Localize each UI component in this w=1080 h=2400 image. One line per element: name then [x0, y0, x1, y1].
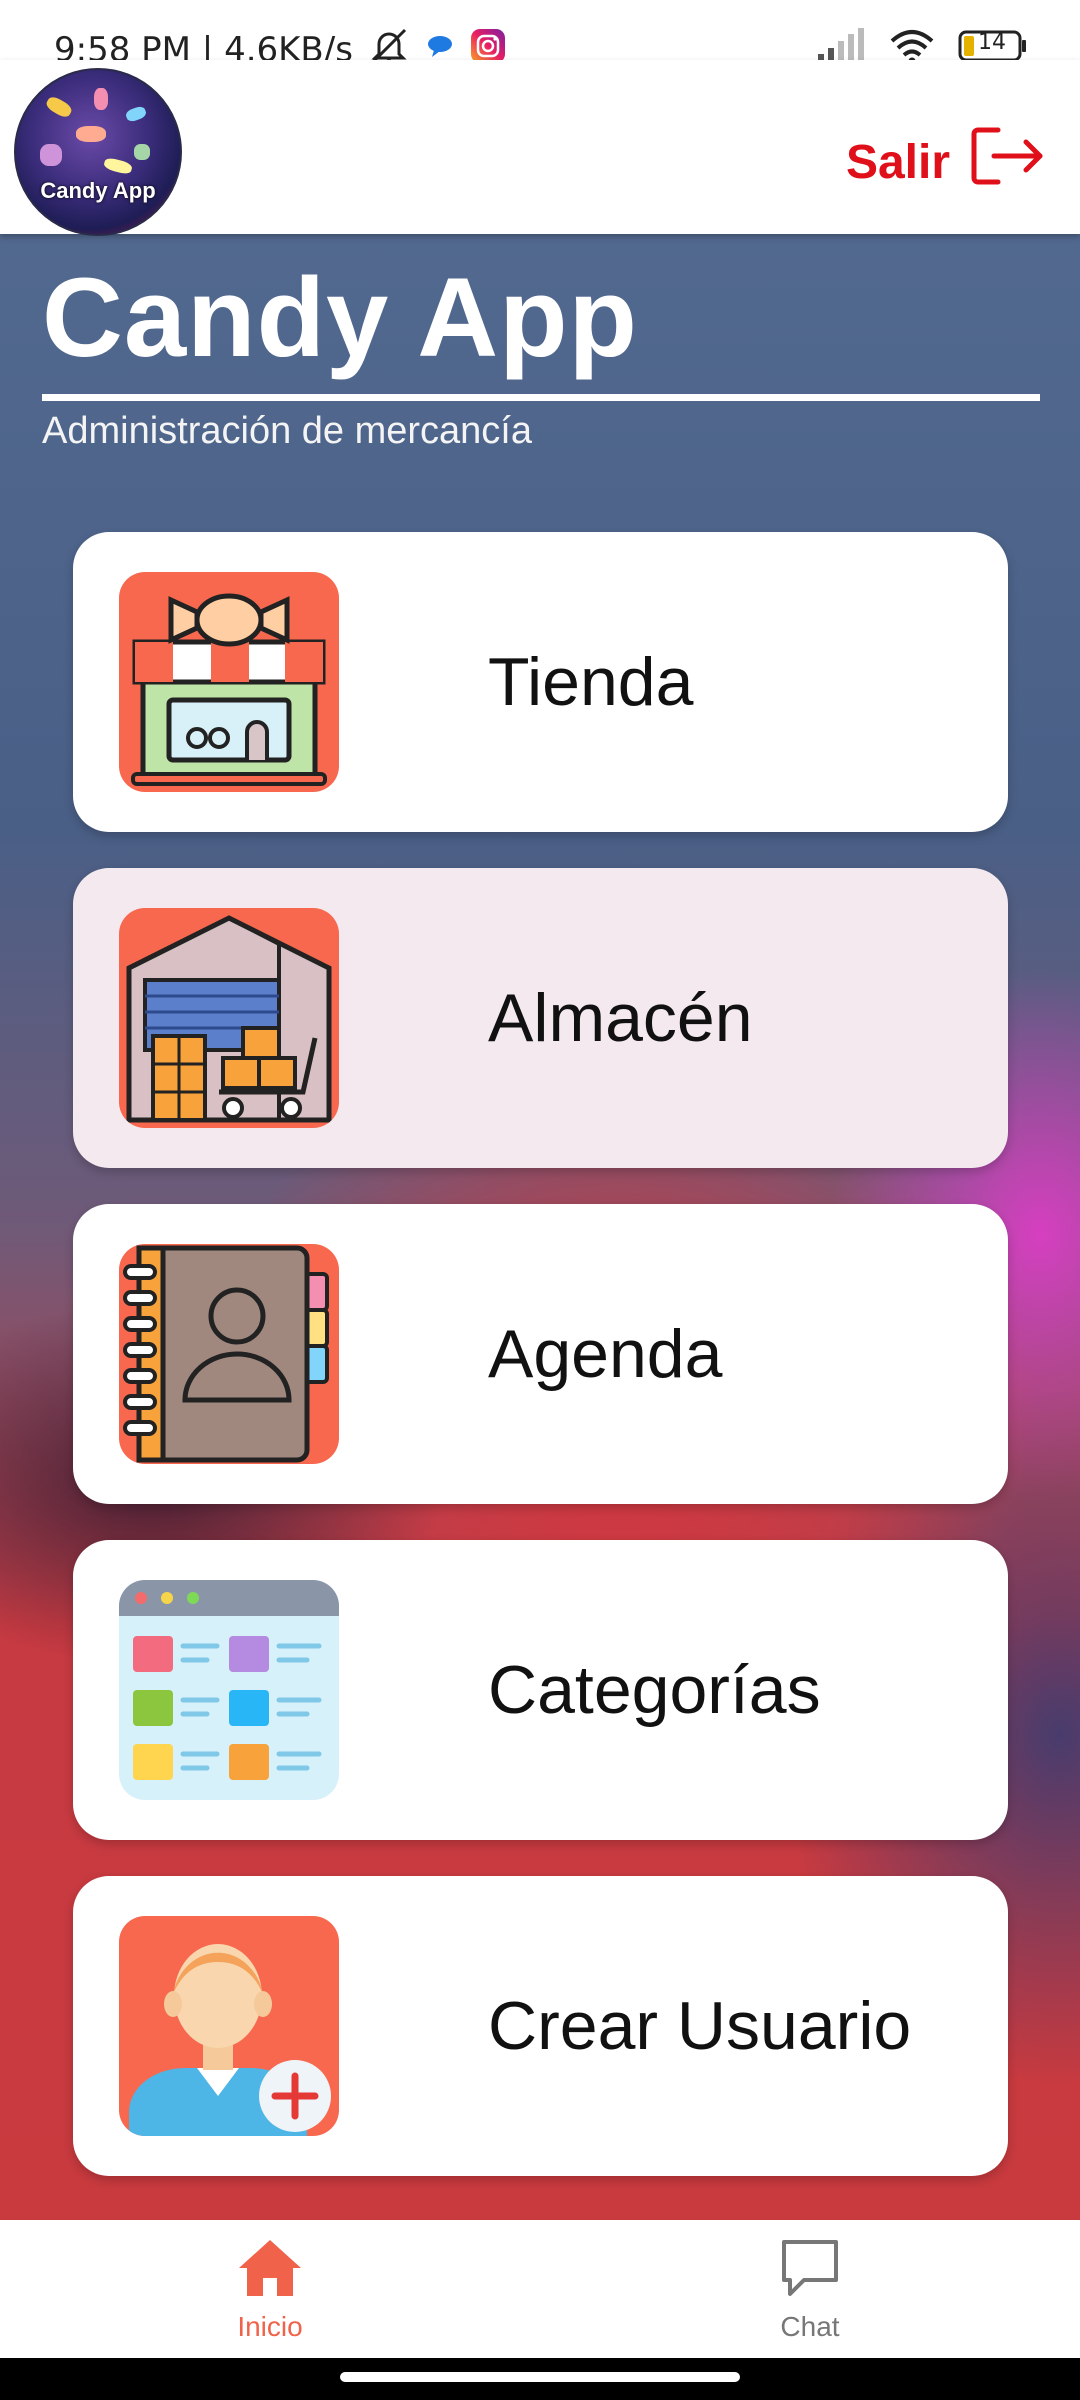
nav-label-inicio: Inicio	[237, 2310, 303, 2342]
page-title: Candy App	[42, 255, 638, 380]
warehouse-icon	[119, 908, 339, 1128]
add-user-icon	[119, 1916, 339, 2136]
menu-label-tienda: Tienda	[488, 644, 694, 720]
nav-label-chat: Chat	[780, 2310, 840, 2342]
menu-label-agenda: Agenda	[488, 1316, 723, 1392]
app-logo: Candy App	[14, 68, 182, 236]
home-icon	[235, 2236, 305, 2305]
logout-button[interactable]: Salir	[846, 124, 1046, 200]
bottom-nav: Inicio Chat	[0, 2220, 1080, 2358]
page-subtitle: Administración de mercancía	[42, 410, 532, 452]
menu-card-tienda[interactable]: Tienda	[73, 532, 1008, 832]
logout-label: Salir	[845, 135, 950, 189]
nav-item-chat[interactable]: Chat	[660, 2236, 960, 2343]
logout-icon	[970, 124, 1046, 200]
menu-card-almacen[interactable]: Almacén	[73, 868, 1008, 1168]
system-gesture-area	[0, 2358, 1080, 2400]
menu-label-categorias: Categorías	[488, 1652, 821, 1728]
menu-card-categorias[interactable]: Categorías	[73, 1540, 1008, 1840]
logo-text: Candy App	[40, 178, 156, 203]
categories-icon	[119, 1580, 339, 1800]
menu-label-crear-usuario: Crear Usuario	[488, 1988, 912, 2064]
nav-item-inicio[interactable]: Inicio	[120, 2236, 420, 2343]
store-icon	[119, 572, 339, 792]
app-header: Candy App Salir	[0, 60, 1080, 236]
menu-label-almacen: Almacén	[488, 980, 753, 1056]
menu-card-crear-usuario[interactable]: Crear Usuario	[73, 1876, 1008, 2176]
menu-card-agenda[interactable]: Agenda	[73, 1204, 1008, 1504]
address-book-icon	[119, 1244, 339, 1464]
home-gesture-bar[interactable]	[340, 2372, 740, 2382]
title-divider	[42, 394, 1040, 401]
battery-level: 14	[978, 29, 1006, 55]
chat-icon	[778, 2236, 842, 2305]
main-content: Candy App Administración de mercancía Ti…	[0, 234, 1080, 2220]
